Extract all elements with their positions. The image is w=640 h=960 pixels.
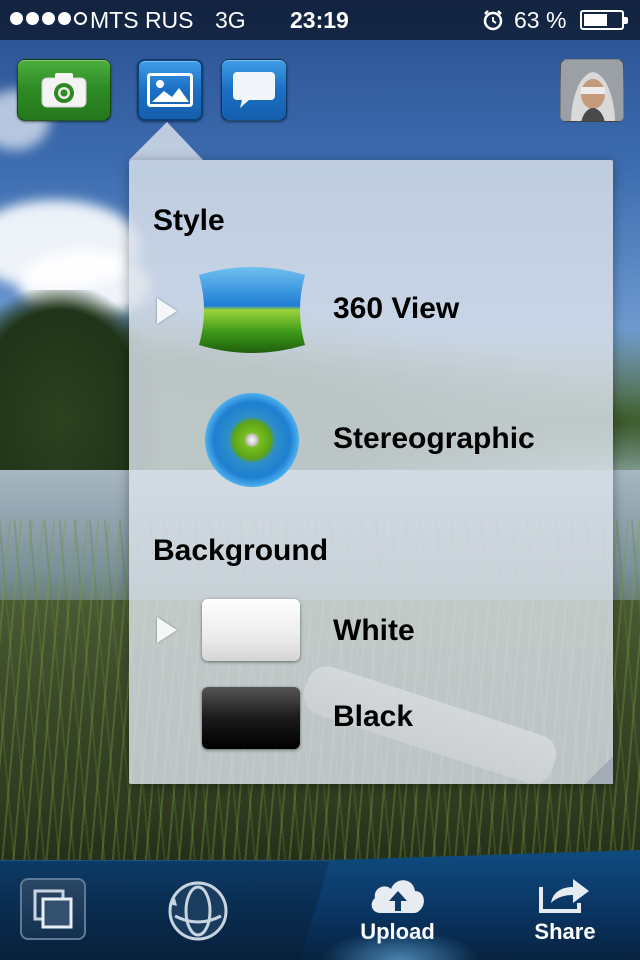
share-icon xyxy=(539,879,589,913)
speech-bubble-icon xyxy=(233,72,275,108)
rotate-3d-icon xyxy=(168,881,228,941)
selected-indicator-icon xyxy=(157,298,177,324)
signal-dot xyxy=(74,12,87,25)
selected-indicator-icon xyxy=(157,617,177,643)
style-option-stereographic[interactable]: Stereographic xyxy=(129,390,613,490)
signal-strength-icon xyxy=(10,12,87,25)
signal-dot xyxy=(58,12,71,25)
background-option-black[interactable]: Black xyxy=(129,680,613,760)
cloud-upload-icon xyxy=(371,880,424,913)
signal-dot xyxy=(42,12,55,25)
comment-button[interactable] xyxy=(221,59,287,121)
share-button[interactable]: Share xyxy=(520,865,610,955)
alarm-clock-icon xyxy=(483,10,503,31)
stereographic-icon xyxy=(205,393,299,487)
user-avatar[interactable] xyxy=(560,59,624,122)
background-option-white[interactable]: White xyxy=(129,590,613,670)
panorama-360-icon xyxy=(199,267,305,353)
black-swatch xyxy=(202,687,300,749)
popover-arrow xyxy=(129,122,203,160)
carrier-name: MTS RUS xyxy=(90,7,194,33)
share-label: Share xyxy=(534,919,596,944)
image-icon xyxy=(147,73,193,107)
option-label: 360 View xyxy=(333,292,460,325)
signal-dot xyxy=(10,12,23,25)
battery-nub xyxy=(624,17,628,24)
page-curl xyxy=(585,756,613,784)
style-popover: Style 360 View Stereographic Background … xyxy=(129,160,613,784)
background-section-title: Background xyxy=(153,534,329,567)
option-label: White xyxy=(333,614,415,647)
network-type: 3G xyxy=(215,7,246,33)
avatar-image xyxy=(561,60,623,121)
option-label: Stereographic xyxy=(333,422,535,455)
camera-icon xyxy=(41,73,87,108)
signal-dot xyxy=(26,12,39,25)
style-option-360-view[interactable]: 360 View xyxy=(129,260,613,360)
status-bar: MTS RUS 3G 23:19 63 % xyxy=(0,0,640,40)
layers-icon xyxy=(33,889,73,929)
style-section-title: Style xyxy=(153,204,225,237)
clock: 23:19 xyxy=(290,7,349,33)
battery-fill xyxy=(584,14,607,26)
camera-button[interactable] xyxy=(17,59,111,121)
battery-icon xyxy=(580,10,628,30)
gallery-button[interactable] xyxy=(137,59,203,121)
white-swatch xyxy=(202,599,300,661)
layers-button[interactable] xyxy=(20,878,86,940)
battery-percent: 63 % xyxy=(514,7,567,33)
upload-glow xyxy=(320,930,480,960)
rotate-button[interactable] xyxy=(165,878,231,944)
option-label: Black xyxy=(333,700,414,733)
